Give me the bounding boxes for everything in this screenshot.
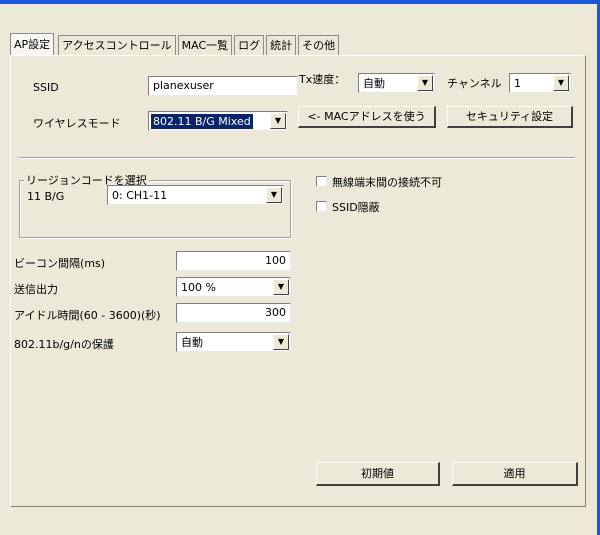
tab-access-control[interactable]: アクセスコントロール	[58, 35, 176, 55]
channel-label: チャンネル	[447, 77, 502, 90]
wireless-mode-select[interactable]: 802.11 B/G Mixed ▼	[148, 111, 288, 131]
chevron-down-icon[interactable]: ▼	[273, 334, 289, 350]
beacon-interval-input[interactable]: 100	[176, 251, 291, 271]
channel-value: 1	[514, 77, 521, 90]
idle-time-label: アイドル時間(60 - 3600)(秒)	[14, 309, 161, 322]
tab-ap-settings[interactable]: AP設定	[10, 33, 55, 55]
tab-log[interactable]: ログ	[234, 35, 265, 55]
defaults-button[interactable]: 初期値	[316, 462, 440, 486]
divider	[19, 157, 575, 159]
tx-rate-value: 自動	[363, 77, 385, 90]
window-top-border	[0, 0, 600, 4]
protection-value: 自動	[181, 336, 203, 349]
hide-ssid-checkbox[interactable]	[316, 201, 327, 212]
tab-mac-list[interactable]: MAC一覧	[177, 35, 233, 55]
protection-label: 802.11b/g/nの保護	[14, 338, 114, 351]
hide-ssid-label: SSID隠蔽	[332, 201, 380, 214]
security-settings-button[interactable]: セキュリティ設定	[447, 106, 573, 128]
chevron-down-icon[interactable]: ▼	[417, 75, 433, 91]
tx-power-label: 送信出力	[14, 283, 58, 296]
region-select[interactable]: 0: CH1-11 ▼	[107, 185, 284, 205]
tab-bar: AP設定 アクセスコントロール MAC一覧 ログ 統計 その他	[10, 33, 341, 55]
beacon-interval-label: ビーコン間隔(ms)	[14, 257, 106, 270]
region-band-label: 11 B/G	[27, 190, 65, 203]
chevron-down-icon[interactable]: ▼	[266, 187, 282, 203]
ssid-input[interactable]: planexuser	[148, 76, 298, 96]
ap-settings-panel: SSID planexuser Tx速度： 自動 ▼ チャンネル 1 ▼ ワイヤ…	[10, 55, 586, 507]
ssid-label: SSID	[33, 81, 59, 94]
tab-statistics[interactable]: 統計	[266, 35, 297, 55]
tab-other[interactable]: その他	[298, 35, 340, 55]
tx-power-value: 100 %	[181, 281, 216, 294]
chevron-down-icon[interactable]: ▼	[553, 75, 569, 91]
region-value: 0: CH1-11	[112, 189, 168, 202]
channel-select[interactable]: 1 ▼	[509, 73, 571, 93]
wireless-mode-value: 802.11 B/G Mixed	[151, 114, 253, 129]
tx-rate-label: Tx速度：	[299, 73, 346, 86]
wireless-mode-label: ワイヤレスモード	[33, 117, 121, 130]
no-inter-client-label: 無線端末間の接続不可	[332, 176, 442, 189]
chevron-down-icon[interactable]: ▼	[273, 279, 289, 295]
use-mac-address-button[interactable]: <- MACアドレスを使う	[298, 106, 436, 128]
apply-button[interactable]: 適用	[452, 462, 578, 486]
no-inter-client-checkbox[interactable]	[316, 176, 327, 187]
tx-rate-select[interactable]: 自動 ▼	[358, 73, 435, 93]
chevron-down-icon[interactable]: ▼	[270, 113, 286, 129]
protection-select[interactable]: 自動 ▼	[176, 332, 291, 352]
idle-time-input[interactable]: 300	[176, 303, 291, 323]
tx-power-select[interactable]: 100 % ▼	[176, 277, 291, 297]
